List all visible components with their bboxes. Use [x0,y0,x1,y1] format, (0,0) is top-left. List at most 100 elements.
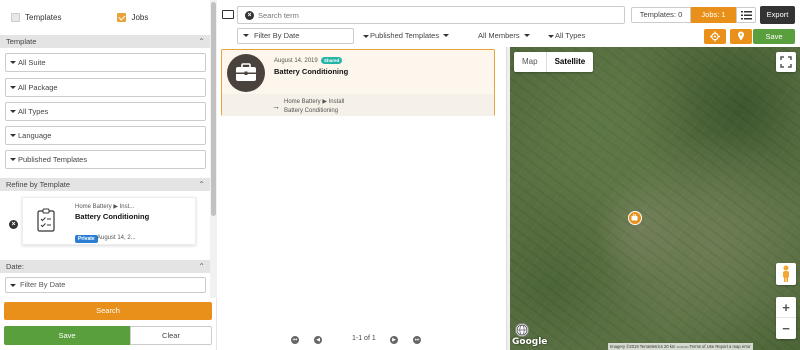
jobs-checkbox[interactable] [117,12,127,22]
locate-button[interactable] [704,29,726,44]
types-select-value: All Types [18,107,49,116]
search-button[interactable]: Search [4,302,212,320]
crosshair-icon [710,31,720,42]
suite-select[interactable]: All Suite [5,53,206,72]
shared-badge: Shared [321,57,343,64]
filter-scrollbar[interactable] [210,0,217,298]
satellite-map[interactable]: Map Satellite + − Google Imagery ©2019 T… [510,47,800,350]
pagination: ⏮ ◀ 1-1 of 1 ▶ ⏭ [287,334,447,346]
save-filter-button[interactable]: Save [4,326,130,345]
list-icon [741,11,752,20]
prev-page-icon[interactable]: ◀ [314,336,322,344]
members-value: All Members [478,31,520,40]
remove-refine-icon[interactable]: × [9,220,18,229]
caret-down-icon [10,134,16,137]
zoom-control: + − [776,297,796,339]
zoom-in-button[interactable]: + [776,297,796,318]
map-type-control: Map Satellite [514,52,594,72]
template-section-header[interactable]: Template ⌃ [0,35,210,48]
package-select-value: All Package [18,83,58,92]
map-pin-icon [738,31,744,41]
chevron-up-icon: ⌃ [198,262,205,271]
types-select[interactable]: All Types [5,102,206,121]
type-toggles: Templates Jobs [0,0,210,34]
clear-search-icon[interactable]: × [245,11,254,20]
private-badge: Private [75,235,98,243]
map-type-satellite[interactable]: Satellite [545,52,594,72]
published-select[interactable]: Published Templates [5,150,206,169]
templates-checkbox[interactable] [11,12,20,22]
clear-button[interactable]: Clear [130,326,212,345]
template-section-title: Template [6,37,37,46]
language-select[interactable]: Language [5,126,206,145]
filter-by-date-value: Filter By Date [254,31,300,40]
export-button[interactable]: Export [760,6,795,24]
fullscreen-icon [780,56,792,68]
date-section-header[interactable]: Date: ⌃ [0,260,210,273]
page-range: 1-1 of 1 [352,335,376,342]
toggle-panel-icon[interactable] [222,10,234,19]
street-view-button[interactable] [776,263,796,285]
globe-lines-icon [516,324,528,336]
templates-count-tab[interactable]: Templates: 0 [631,7,691,23]
search-input[interactable] [258,10,618,21]
briefcase-icon [631,214,638,221]
arrow-right-icon: → [272,102,280,111]
briefcase-icon [236,63,256,81]
caret-down-icon [10,61,16,64]
map-type-map[interactable]: Map [514,52,546,72]
jobs-toggle[interactable]: Jobs [117,12,148,22]
map-pin-button[interactable] [730,29,752,44]
templates-toggle[interactable]: Templates [11,12,62,22]
caret-down-icon [443,34,450,37]
jobs-count-tab[interactable]: Jobs: 1 [691,7,736,23]
members-dropdown[interactable]: All Members [467,30,530,42]
types-dropdown[interactable]: All Types [543,30,585,42]
first-page-icon[interactable]: ⏮ [291,336,299,344]
caret-down-icon [10,110,16,113]
refine-card-date: August 14, 2... [97,235,136,241]
date-filter-select[interactable]: Filter By Date [5,277,206,293]
list-view-button[interactable] [736,7,756,23]
top-toolbar: × Templates: 0 Jobs: 1 Export Filter By … [217,0,800,47]
language-select-value: Language [18,131,52,140]
chevron-up-icon: ⌃ [198,180,205,189]
job-card-footer [222,94,494,116]
published-templates-dropdown[interactable]: Published Templates [358,30,450,42]
caret-down-icon [363,35,369,38]
caret-down-icon [243,34,249,37]
job-avatar [227,54,265,92]
pegman-icon [783,265,789,282]
published-templates-value: Published Templates [370,31,440,40]
job-date: August 14, 2019 [274,58,318,64]
filter-by-date-select[interactable]: Filter By Date [237,28,354,44]
date-filter-value: Filter By Date [20,280,66,289]
job-path: Home Battery ▶ Install [284,99,345,105]
globe-icon[interactable] [515,323,529,337]
scrollbar-thumb[interactable] [211,2,216,216]
job-template-name: Battery Conditioning [284,108,339,114]
job-marker-icon[interactable] [628,211,642,225]
refine-section-header[interactable]: Refine by Template ⌃ [0,178,210,191]
clipboard-checklist-icon [37,208,55,232]
fullscreen-button[interactable] [776,52,796,72]
job-title: Battery Conditioning [274,67,349,76]
suite-select-value: All Suite [18,58,46,67]
map-attribution[interactable]: Imagery ©2019 TerraMetrics 20 km ▭▭▭ Ter… [608,343,753,350]
refine-card-title: Battery Conditioning [75,212,150,221]
caret-down-icon [523,34,530,37]
map-terrain [510,47,800,350]
refine-card-path: Home Battery ▶ Inst... [75,204,135,210]
google-logo: Google [512,337,548,347]
zoom-out-button[interactable]: − [776,318,796,339]
caret-down-icon [10,86,16,89]
job-card[interactable]: August 14, 2019 Shared Battery Condition… [221,49,495,116]
last-page-icon[interactable]: ⏭ [413,336,421,344]
date-section-title: Date: [6,262,24,271]
search-box[interactable]: × [237,6,625,24]
save-button[interactable]: Save [753,29,795,44]
templates-toggle-label: Templates [25,12,62,22]
next-page-icon[interactable]: ▶ [390,336,398,344]
refine-template-card[interactable]: Home Battery ▶ Inst... Battery Condition… [22,197,196,245]
package-select[interactable]: All Package [5,78,206,97]
